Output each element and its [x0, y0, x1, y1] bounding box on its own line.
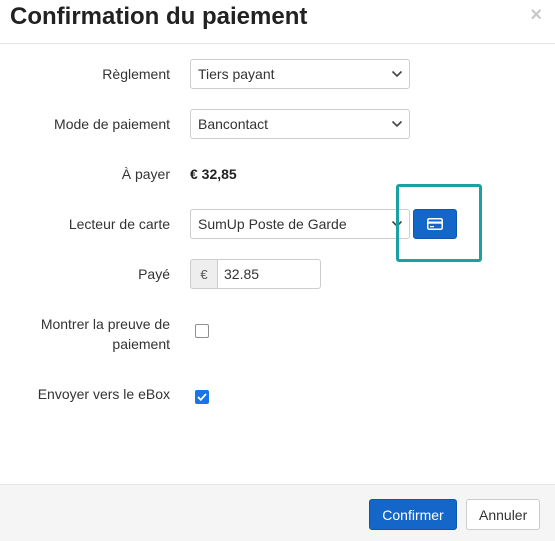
preuve-paiement-label: Montrer la preuve de paiement — [10, 314, 170, 354]
mode-paiement-value: Bancontact — [198, 116, 269, 132]
dialog-header: Confirmation du paiement × — [0, 0, 555, 44]
lecteur-carte-label: Lecteur de carte — [68, 216, 170, 232]
cancel-button[interactable]: Annuler — [466, 499, 540, 530]
chevron-down-icon — [391, 120, 403, 128]
chevron-down-icon — [391, 220, 403, 228]
card-reader-button[interactable] — [413, 209, 457, 239]
dialog-footer: Confirmer Annuler — [0, 484, 555, 541]
close-button[interactable]: × — [530, 5, 542, 25]
ebox-label: Envoyer vers le eBox — [37, 386, 170, 402]
preuve-paiement-label-line2: paiement — [112, 336, 170, 352]
a-payer-amount: € 32,85 — [190, 166, 237, 182]
reglement-value: Tiers payant — [198, 66, 275, 82]
chevron-down-icon — [391, 70, 403, 78]
dialog-title: Confirmation du paiement — [10, 3, 308, 30]
paye-input-group: € — [190, 259, 321, 289]
euro-addon: € — [190, 259, 217, 289]
lecteur-carte-value: SumUp Poste de Garde — [198, 216, 347, 232]
ebox-checkbox[interactable] — [195, 390, 209, 404]
checkmark-icon — [197, 393, 207, 401]
mode-paiement-select[interactable]: Bancontact — [190, 109, 410, 139]
preuve-paiement-checkbox[interactable] — [195, 324, 209, 338]
confirm-button[interactable]: Confirmer — [369, 499, 457, 530]
paye-label: Payé — [138, 266, 170, 282]
reglement-select[interactable]: Tiers payant — [190, 59, 410, 89]
mode-paiement-label: Mode de paiement — [54, 116, 170, 132]
credit-card-icon — [427, 218, 443, 230]
lecteur-carte-select[interactable]: SumUp Poste de Garde — [190, 209, 410, 239]
preuve-paiement-label-line1: Montrer la preuve de — [40, 316, 170, 332]
reglement-label: Règlement — [102, 66, 170, 82]
a-payer-label: À payer — [121, 166, 170, 182]
paye-input[interactable] — [217, 259, 321, 289]
